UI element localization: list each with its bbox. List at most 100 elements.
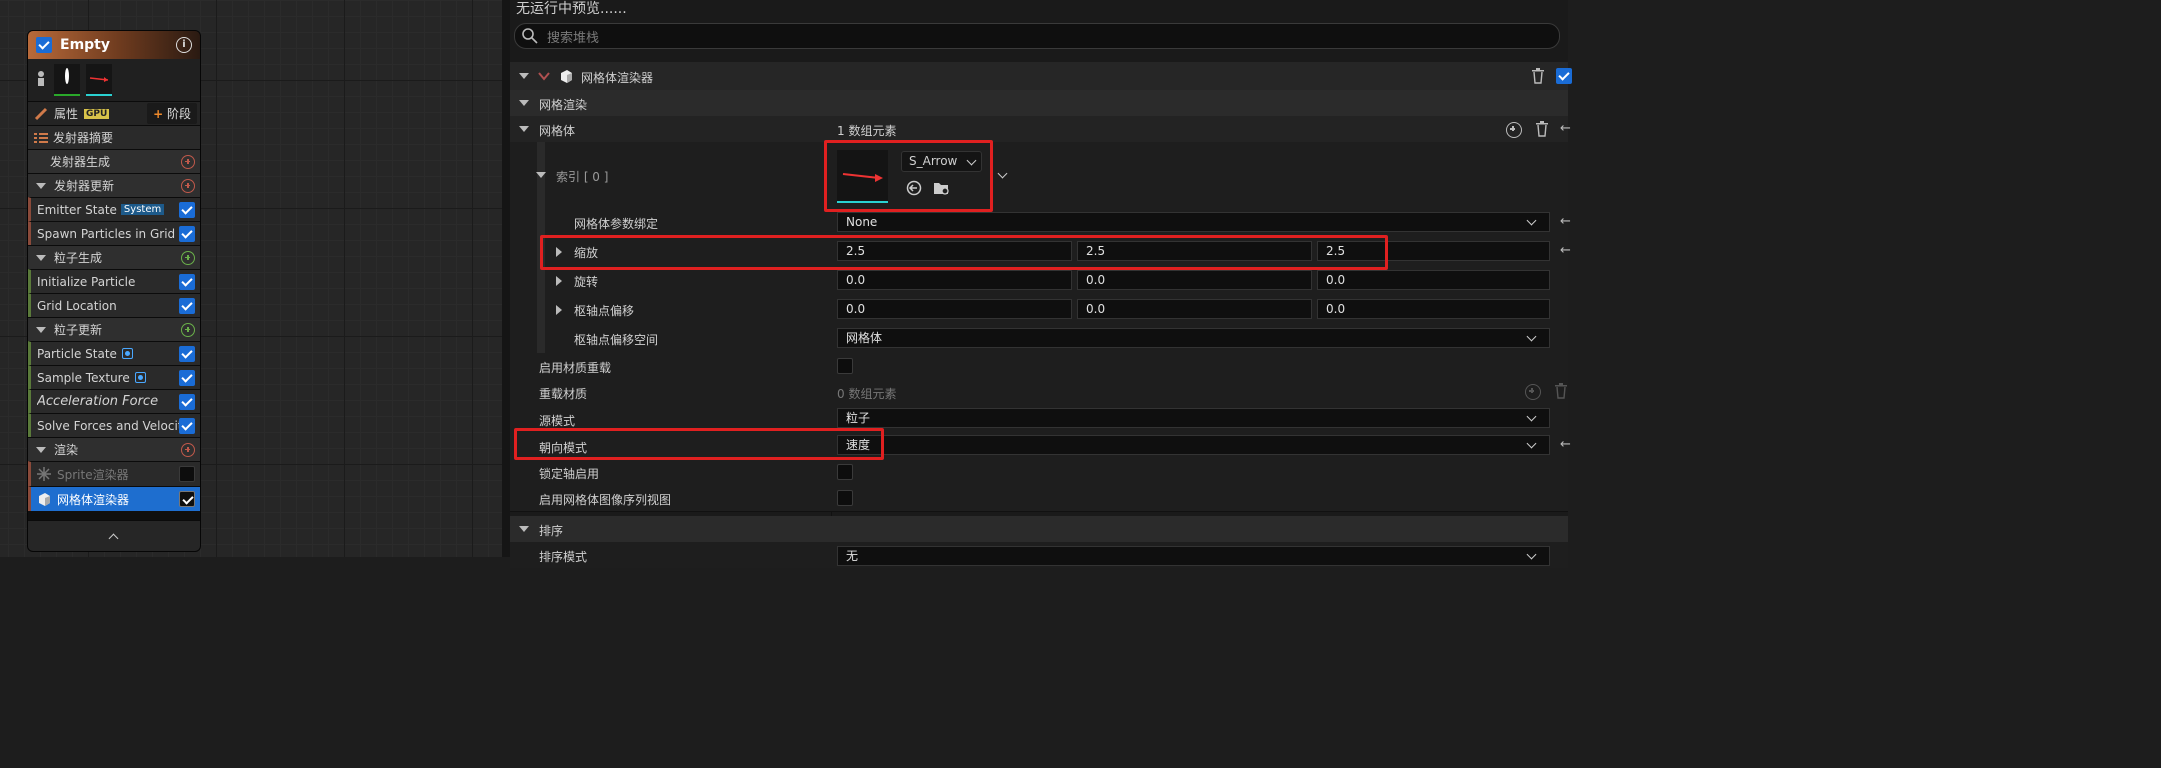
module-acceleration-force[interactable]: Acceleration Force bbox=[28, 389, 200, 413]
trash-icon[interactable] bbox=[1554, 383, 1568, 399]
module-label: Solve Forces and Velocity bbox=[37, 418, 179, 433]
module-enabled-checkbox[interactable] bbox=[179, 345, 195, 362]
node-title-bar[interactable]: Empty i bbox=[28, 31, 200, 59]
add-module-icon[interactable] bbox=[181, 178, 195, 193]
category-sorting[interactable]: 排序 bbox=[510, 516, 1568, 543]
material-override-checkbox[interactable] bbox=[837, 358, 853, 374]
module-enabled-checkbox[interactable] bbox=[179, 466, 195, 482]
mesh-index-0-row[interactable]: 索引 [ 0 ] S_Arrow bbox=[510, 142, 1568, 209]
module-spawn-particles-in-grid[interactable]: Spawn Particles in Grid bbox=[28, 221, 200, 245]
panel-splitter[interactable] bbox=[502, 0, 510, 557]
section-emitter-spawn[interactable]: 发射器生成 bbox=[28, 149, 200, 173]
module-enabled-checkbox[interactable] bbox=[179, 369, 195, 386]
sprite-thumbnail[interactable] bbox=[54, 64, 80, 96]
category-label: 网格渲染 bbox=[539, 98, 588, 112]
emitter-enabled-checkbox[interactable] bbox=[36, 37, 52, 53]
add-module-icon[interactable] bbox=[181, 250, 195, 265]
module-initialize-particle[interactable]: Initialize Particle bbox=[28, 269, 200, 293]
reset-arrow-icon[interactable]: ← bbox=[1560, 243, 1571, 258]
module-solve-forces-and-velocity[interactable]: Solve Forces and Velocity bbox=[28, 413, 200, 437]
renderer-header-row[interactable]: 网格体渲染器 bbox=[510, 62, 1572, 90]
add-module-icon[interactable] bbox=[181, 322, 195, 337]
collapse-arrow-icon[interactable] bbox=[519, 73, 529, 79]
collapse-node-button[interactable] bbox=[28, 520, 200, 551]
search-stack-field[interactable]: 搜索堆栈 bbox=[514, 23, 1560, 49]
section-render[interactable]: 渲染 bbox=[28, 437, 200, 461]
module-label: 网格体渲染器 bbox=[57, 492, 130, 507]
module-enabled-checkbox[interactable] bbox=[179, 393, 195, 410]
sort-mode-dropdown[interactable]: 无 bbox=[837, 546, 1550, 566]
module-mesh-renderer[interactable]: 网格体渲染器 bbox=[28, 486, 200, 511]
source-mode-dropdown[interactable]: 粒子 bbox=[837, 408, 1550, 428]
locked-axis-checkbox[interactable] bbox=[837, 464, 853, 480]
module-grid-location[interactable]: Grid Location bbox=[28, 293, 200, 317]
mesh-param-binding-row[interactable]: 网格体参数绑定 None ← bbox=[510, 208, 1571, 237]
module-enabled-checkbox[interactable] bbox=[179, 225, 195, 242]
pivot-offset-y-field[interactable]: 0.0 bbox=[1077, 299, 1312, 319]
trash-icon[interactable] bbox=[1531, 68, 1545, 84]
chevron-down-icon[interactable] bbox=[997, 168, 1008, 179]
module-sprite-renderer[interactable]: Sprite渲染器 bbox=[28, 461, 200, 486]
collapse-arrow-icon[interactable] bbox=[519, 526, 529, 532]
section-particle-spawn[interactable]: 粒子生成 bbox=[28, 245, 200, 269]
meshes-row[interactable]: 网格体 1 数组元素 ← bbox=[510, 116, 1571, 143]
dropdown-value: 粒子 bbox=[846, 411, 871, 425]
reset-arrow-icon[interactable]: ← bbox=[1560, 214, 1571, 229]
renderer-enabled-checkbox[interactable] bbox=[1556, 68, 1572, 84]
source-mode-label: 源模式 bbox=[539, 414, 576, 428]
expand-arrow-icon[interactable] bbox=[556, 305, 562, 315]
add-element-icon[interactable] bbox=[1525, 384, 1541, 400]
stage-button[interactable]: + 阶段 bbox=[147, 103, 197, 124]
highlight-scale bbox=[540, 235, 1388, 270]
mesh-param-binding-dropdown[interactable]: None bbox=[837, 212, 1550, 232]
reset-arrow-icon[interactable]: ← bbox=[1560, 437, 1571, 452]
collapse-arrow-icon[interactable] bbox=[519, 100, 529, 106]
sort-mode-row[interactable]: 排序模式 无 bbox=[510, 542, 1568, 568]
collapse-arrow-icon[interactable] bbox=[36, 326, 46, 333]
section-particle-update[interactable]: 粒子更新 bbox=[28, 317, 200, 341]
mesh-thumbnail[interactable] bbox=[86, 64, 112, 96]
add-element-icon[interactable] bbox=[1506, 122, 1522, 138]
flipbook-checkbox[interactable] bbox=[837, 490, 853, 506]
pivot-offset-x-field[interactable]: 0.0 bbox=[837, 299, 1072, 319]
properties-row[interactable]: 属性 GPU + 阶段 bbox=[28, 101, 200, 125]
pivot-space-row[interactable]: 枢轴点偏移空间 网格体 bbox=[510, 324, 1568, 354]
module-enabled-checkbox[interactable] bbox=[179, 297, 195, 314]
stage-button-label: 阶段 bbox=[166, 107, 191, 121]
info-icon[interactable]: i bbox=[176, 37, 192, 53]
add-module-icon[interactable] bbox=[181, 154, 195, 169]
collapse-arrow-icon[interactable] bbox=[36, 254, 46, 261]
rotation-y-field[interactable]: 0.0 bbox=[1077, 270, 1312, 290]
add-module-icon[interactable] bbox=[181, 442, 195, 457]
rotation-row[interactable]: 旋转 0.0 0.0 0.0 bbox=[510, 266, 1568, 295]
pivot-space-dropdown[interactable]: 网格体 bbox=[837, 328, 1550, 348]
emitter-summary-row[interactable]: 发射器摘要 bbox=[28, 125, 200, 149]
section-emitter-update[interactable]: 发射器更新 bbox=[28, 173, 200, 197]
module-enabled-checkbox[interactable] bbox=[179, 201, 195, 218]
module-sample-texture[interactable]: Sample Texture bbox=[28, 365, 200, 389]
module-enabled-checkbox[interactable] bbox=[179, 491, 195, 507]
module-enabled-checkbox[interactable] bbox=[179, 273, 195, 290]
emitter-node[interactable]: Empty i 属性 GPU + 阶段 发射器摘要 发射器生成 发射器更新 Em… bbox=[27, 30, 201, 552]
expand-arrow-icon[interactable] bbox=[556, 276, 562, 286]
material-override-row[interactable]: 启用材质重载 bbox=[510, 353, 1568, 379]
pivot-offset-row[interactable]: 枢轴点偏移 0.0 0.0 0.0 bbox=[510, 295, 1568, 324]
collapse-arrow-icon[interactable] bbox=[536, 172, 546, 178]
collapse-arrow-icon[interactable] bbox=[519, 126, 529, 132]
trash-icon[interactable] bbox=[1535, 121, 1549, 137]
rotation-z-field[interactable]: 0.0 bbox=[1317, 270, 1550, 290]
override-materials-row[interactable]: 重载材质 0 数组元素 bbox=[510, 379, 1568, 405]
collapse-arrow-icon[interactable] bbox=[36, 182, 46, 189]
category-mesh-rendering[interactable]: 网格渲染 bbox=[510, 90, 1568, 117]
module-emitter-state[interactable]: Emitter State System bbox=[28, 197, 200, 221]
locked-axis-row[interactable]: 锁定轴启用 bbox=[510, 459, 1568, 485]
flipbook-row[interactable]: 启用网格体图像序列视图 bbox=[510, 485, 1568, 512]
pivot-offset-z-field[interactable]: 0.0 bbox=[1317, 299, 1550, 319]
material-override-label: 启用材质重载 bbox=[539, 361, 612, 375]
reset-arrow-icon[interactable]: ← bbox=[1560, 121, 1571, 136]
module-enabled-checkbox[interactable] bbox=[179, 417, 195, 434]
facing-mode-dropdown[interactable]: 速度 bbox=[837, 435, 1550, 455]
collapse-arrow-icon[interactable] bbox=[36, 446, 46, 453]
module-particle-state[interactable]: Particle State bbox=[28, 341, 200, 365]
rotation-x-field[interactable]: 0.0 bbox=[837, 270, 1072, 290]
